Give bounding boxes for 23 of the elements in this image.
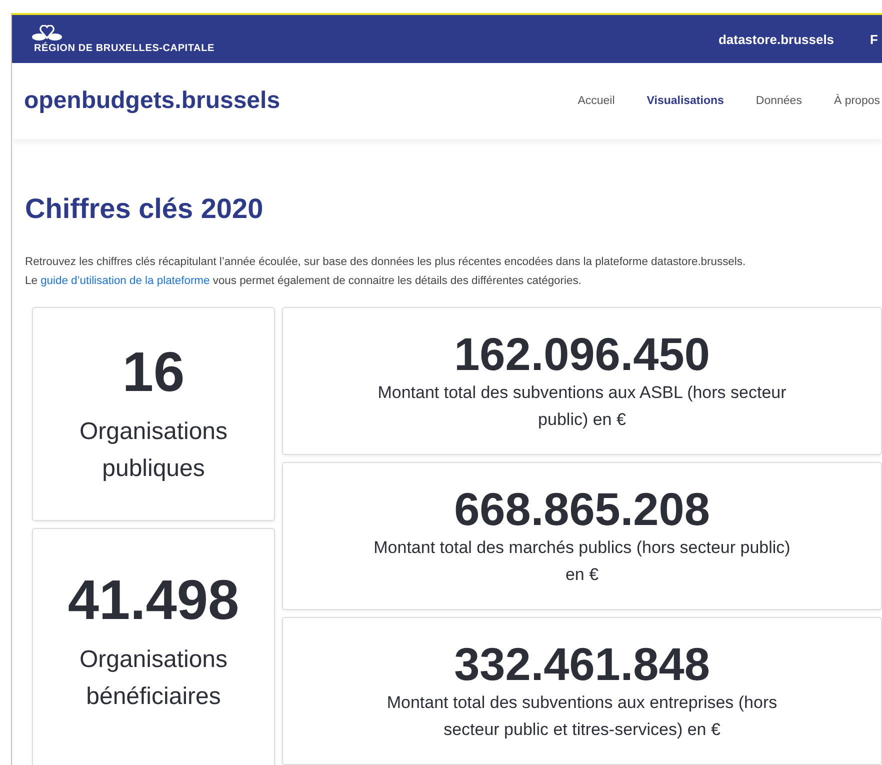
page-title: Chiffres clés 2020 [25,193,264,225]
stat-label: Organisations bénéficiaires [78,644,229,712]
intro-text: Retrouvez les chiffres clés récapitulant l’année écoulée, sur base des données les plus récentes encodées dans la plateforme datastore.brussels. [25,255,747,270]
intro-text: Le guide d’utilisation de la plateforme vous permet également de connaitre les détails des différentes catégories. [25,274,582,289]
stat-label: Organisations publiques [78,416,229,484]
guide-link[interactable]: guide d’utilisation de la plateforme [40,275,210,287]
stat-label: Montant total des subventions aux ASBL (hors secteur public) en € [376,382,788,432]
nav-link[interactable]: Accueil [578,95,615,107]
stat-value: 41.498 [68,569,240,631]
top-link[interactable]: datastore.brussels [718,32,834,46]
stat-value: 162.096.450 [454,328,710,380]
stat-value: 332.461.848 [454,638,710,690]
top-link[interactable]: F [870,32,878,46]
nav-link[interactable]: Visualisations [646,95,724,107]
stat-label: Montant total des marchés publics (hors secteur public) en € [372,537,792,586]
site-brand[interactable]: openbudgets.brussels [24,87,280,115]
heart-logo-icon [32,24,62,40]
nav-link[interactable]: Données [756,95,802,107]
stat-label: Montant total des subventions aux entreprises (hors secteur public et titres-services) en € [386,692,778,742]
nav-link[interactable]: À propos [834,95,880,107]
stat-value: 668.865.208 [454,484,710,534]
region-name: RÉGION DE BRUXELLES-CAPITALE [34,42,214,54]
stat-value: 16 [122,341,185,403]
